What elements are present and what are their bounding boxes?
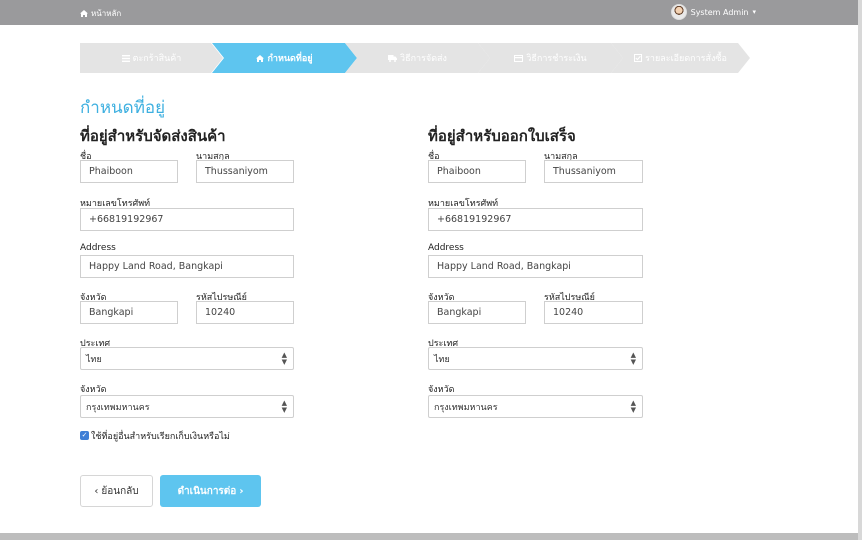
province-label: จังหวัด xyxy=(80,385,107,395)
step-cart[interactable]: ตะกร้าสินค้า xyxy=(80,43,223,73)
select-value: กรุงเทพมหานคร xyxy=(434,402,498,413)
shipping-postcode-field[interactable]: 10240 xyxy=(196,301,294,324)
avatar xyxy=(670,4,687,20)
chevron-right-icon: › xyxy=(239,485,244,497)
select-value: กรุงเทพมหานคร xyxy=(86,402,150,413)
page-title: กำหนดที่อยู่ xyxy=(80,98,166,117)
back-button[interactable]: ‹ ย้อนกลับ xyxy=(80,475,153,507)
checkout-steps: ตะกร้าสินค้า กำหนดที่อยู่ วิธีการจัดส่ง … xyxy=(80,43,750,73)
select-arrows-icon: ▲ ▼ xyxy=(281,351,287,366)
step-summary[interactable]: รายละเอียดการสั่งซื้อ xyxy=(611,43,750,73)
bottom-edge xyxy=(0,533,862,540)
step-payment[interactable]: วิธีการชำระเงิน xyxy=(478,43,623,73)
back-button-label: ย้อนกลับ xyxy=(101,485,139,497)
step-label: ตะกร้าสินค้า xyxy=(132,54,182,64)
shipping-address-title: ที่อยู่สำหรับจัดส่งสินค้า xyxy=(80,128,226,145)
step-label: รายละเอียดการสั่งซื้อ xyxy=(645,54,727,64)
billing-first-name-field[interactable]: Phaiboon xyxy=(428,160,526,183)
scrollbar-track[interactable] xyxy=(858,0,862,540)
step-address[interactable]: กำหนดที่อยู่ xyxy=(212,43,357,73)
continue-button[interactable]: ดำเนินการต่อ › xyxy=(160,475,261,507)
shipping-first-name-field[interactable]: Phaiboon xyxy=(80,160,178,183)
billing-district-field[interactable]: Bangkapi xyxy=(428,301,526,324)
step-label: วิธีการจัดส่ง xyxy=(400,54,447,64)
home-label: หน้าหลัก xyxy=(91,9,122,18)
shipping-last-name-field[interactable]: Thussaniyom xyxy=(196,160,294,183)
billing-address-field[interactable]: Happy Land Road, Bangkapi xyxy=(428,255,643,278)
select-value: ไทย xyxy=(86,354,102,365)
different-billing-label: ใช้ที่อยู่อื่นสำหรับเรียกเก็บเงินหรือไม่ xyxy=(91,432,230,442)
step-shipping[interactable]: วิธีการจัดส่ง xyxy=(345,43,490,73)
province-label: จังหวัด xyxy=(428,385,455,395)
select-arrows-icon: ▲ ▼ xyxy=(630,351,636,366)
billing-last-name-field[interactable]: Thussaniyom xyxy=(544,160,643,183)
shipping-phone-field[interactable]: +66819192967 xyxy=(80,208,294,231)
truck-icon xyxy=(388,54,398,62)
home-link[interactable]: หน้าหลัก xyxy=(80,7,121,20)
different-billing-checkbox[interactable]: ✓ xyxy=(80,431,89,440)
shipping-address-field[interactable]: Happy Land Road, Bangkapi xyxy=(80,255,294,278)
shipping-district-field[interactable]: Bangkapi xyxy=(80,301,178,324)
list-icon xyxy=(121,54,130,62)
select-arrows-icon: ▲ ▼ xyxy=(281,399,287,414)
billing-postcode-field[interactable]: 10240 xyxy=(544,301,643,324)
check-square-icon xyxy=(634,54,643,62)
user-name: System Admin xyxy=(690,7,749,17)
home-icon xyxy=(80,10,88,17)
continue-button-label: ดำเนินการต่อ xyxy=(177,485,237,497)
shipping-province-select[interactable]: กรุงเทพมหานคร ▲ ▼ xyxy=(80,395,294,418)
chevron-down-icon: ▾ xyxy=(752,8,756,16)
top-bar: หน้าหลัก System Admin ▾ xyxy=(0,0,862,25)
billing-phone-field[interactable]: +66819192967 xyxy=(428,208,643,231)
address-label: Address xyxy=(80,243,116,253)
billing-address-title: ที่อยู่สำหรับออกใบเสร็จ xyxy=(428,128,576,145)
address-label: Address xyxy=(428,243,464,253)
select-value: ไทย xyxy=(434,354,450,365)
step-label: กำหนดที่อยู่ xyxy=(267,54,313,64)
chevron-left-icon: ‹ xyxy=(94,485,99,497)
billing-country-select[interactable]: ไทย ▲ ▼ xyxy=(428,347,643,370)
user-menu[interactable]: System Admin ▾ xyxy=(670,4,756,20)
shipping-country-select[interactable]: ไทย ▲ ▼ xyxy=(80,347,294,370)
home-icon xyxy=(256,54,265,62)
step-label: วิธีการชำระเงิน xyxy=(526,54,587,64)
billing-province-select[interactable]: กรุงเทพมหานคร ▲ ▼ xyxy=(428,395,643,418)
credit-card-icon xyxy=(514,54,524,62)
select-arrows-icon: ▲ ▼ xyxy=(630,399,636,414)
